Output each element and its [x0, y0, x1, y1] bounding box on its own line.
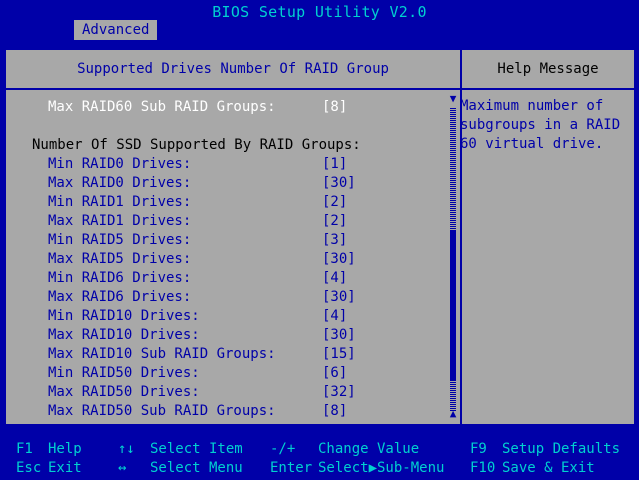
footer-key-label: Esc: [16, 460, 42, 476]
setting-value[interactable]: [8]: [322, 402, 347, 421]
footer-keys: F1 Help Esc Exit ↑↓ Select Item ↔ Select Menu -/…: [0, 438, 639, 480]
footer-key-f1: F1 Help: [16, 440, 82, 459]
footer-key--: -/+ Change Value: [270, 440, 419, 459]
help-message: Maximum number of subgroups in a RAID 60…: [460, 98, 621, 152]
setting-label: Min RAID10 Drives:: [48, 308, 200, 324]
setting-label: Min RAID5 Drives:: [48, 232, 192, 248]
footer-key-enter: Enter Select▶Sub-Menu: [270, 459, 444, 478]
setting-value[interactable]: [15]: [322, 345, 356, 364]
setting-label: Min RAID6 Drives:: [48, 270, 192, 286]
footer-key-label: ↑↓: [118, 441, 135, 457]
setting-value[interactable]: [2]: [322, 193, 347, 212]
settings-list: Max RAID60 Sub RAID Groups: [8] Number Of …: [6, 90, 446, 424]
setting-value[interactable]: [30]: [322, 326, 356, 345]
footer-key-f9: F9 Setup Defaults: [470, 440, 620, 459]
footer-key-description: Select▶Sub-Menu: [318, 460, 445, 476]
setting-value[interactable]: [30]: [322, 250, 356, 269]
setting-label: Max RAID6 Drives:: [48, 289, 192, 305]
scroll-down-arrow-icon[interactable]: ▼: [447, 93, 459, 105]
setting-label: Max RAID10 Sub RAID Groups:: [48, 346, 276, 362]
footer-key-label: F1: [16, 441, 33, 457]
footer-key-f10: F10 Save & Exit: [470, 459, 595, 478]
setting-label: Max RAID50 Drives:: [48, 384, 200, 400]
footer-key-description: Save & Exit: [502, 460, 595, 476]
footer-key-label: -/+: [270, 441, 296, 457]
footer-key-description: Setup Defaults: [502, 441, 621, 457]
footer-key-label: ↔: [118, 460, 127, 476]
scroll-up-arrow-icon[interactable]: ▲: [447, 408, 459, 420]
setting-label: Max RAID0 Drives:: [48, 175, 192, 191]
setting-label: Max RAID1 Drives:: [48, 213, 192, 229]
setting-value[interactable]: [30]: [322, 288, 356, 307]
setting-label: Max RAID10 Drives:: [48, 327, 200, 343]
bios-title: BIOS Setup Utility V2.0: [212, 3, 427, 21]
footer-key--: ↔ Select Menu: [118, 459, 243, 478]
setting-label: Min RAID50 Drives:: [48, 365, 200, 381]
footer-key-label: F10: [470, 460, 496, 476]
setting-value[interactable]: [32]: [322, 383, 356, 402]
scroll-thumb[interactable]: [450, 230, 456, 380]
setting-value[interactable]: [3]: [322, 231, 347, 250]
footer-key-description: Select Item: [150, 441, 243, 457]
setting-value[interactable]: [4]: [322, 269, 347, 288]
help-header-title: Help Message: [497, 61, 599, 77]
footer-key-esc: Esc Exit: [16, 459, 82, 478]
footer-key-description: Select Menu: [150, 460, 243, 476]
tab-advanced[interactable]: Advanced: [74, 20, 158, 40]
setting-label: Number Of SSD Supported By RAID Groups:: [32, 137, 361, 153]
setting-value[interactable]: [8]: [322, 98, 347, 117]
footer-key-description: Exit: [48, 460, 82, 476]
setting-label: Min RAID1 Drives:: [48, 194, 192, 210]
setting-label: Max RAID5 Drives:: [48, 251, 192, 267]
setting-value[interactable]: [6]: [322, 364, 347, 383]
footer-key-label: F9: [470, 441, 487, 457]
setting-label: Max RAID50 Sub RAID Groups:: [48, 403, 276, 419]
setting-label: Max RAID60 Sub RAID Groups:: [48, 99, 276, 115]
footer-key--: ↑↓ Select Item: [118, 440, 243, 459]
scrollbar[interactable]: ▼ ▲: [447, 90, 459, 424]
setting-value[interactable]: [2]: [322, 212, 347, 231]
footer-key-description: Change Value: [318, 441, 420, 457]
setting-value[interactable]: [4]: [322, 307, 347, 326]
footer-key-description: Help: [48, 441, 82, 457]
footer-key-label: Enter: [270, 460, 313, 476]
setting-value[interactable]: [30]: [322, 174, 356, 193]
panel-header-title: Supported Drives Number Of RAID Group: [77, 61, 389, 77]
setting-label: Min RAID0 Drives:: [48, 156, 192, 172]
setting-value[interactable]: [1]: [322, 155, 347, 174]
